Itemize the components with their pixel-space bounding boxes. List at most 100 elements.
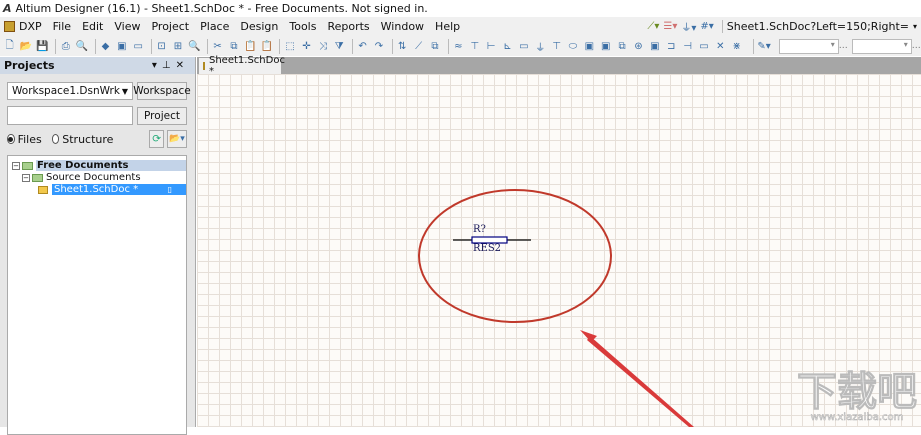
undo-icon[interactable]: ↶ <box>356 39 369 53</box>
refresh-project-icon[interactable]: ⟳ <box>149 130 164 148</box>
net-label-icon[interactable]: ⊾ <box>501 39 514 53</box>
bus-entry-icon[interactable]: ⊢ <box>484 39 497 53</box>
bus-icon[interactable]: ⊤ <box>468 39 481 53</box>
projects-panel: Projects ▾⊥✕ Workspace1.DsnWrk ▼ Workspac… <box>0 57 196 435</box>
tab-sheet1[interactable]: Sheet1.SchDoc * <box>199 55 285 77</box>
zoom-area-icon[interactable]: ⊞ <box>171 39 184 53</box>
select-rect-icon[interactable]: ⬚ <box>283 39 296 53</box>
menu-tools[interactable]: Tools <box>289 20 316 33</box>
wiring-tools-icon[interactable]: ⟋▾ <box>647 20 659 34</box>
address-field[interactable]: Sheet1.SchDoc?Left=150;Right= <box>721 20 913 33</box>
browse-icon[interactable]: ⧉ <box>428 39 441 53</box>
grid-tools-icon[interactable]: #▾ <box>700 20 713 34</box>
tree-node-sheet1[interactable]: Sheet1.SchDoc * ▯ <box>38 184 186 195</box>
structure-radio[interactable] <box>51 134 60 144</box>
designator-label[interactable]: R? <box>473 224 486 235</box>
chevron-down-icon: ▼ <box>121 86 128 96</box>
device-sheet-icon[interactable]: ⧉ <box>615 39 628 53</box>
address-dropdown-icon[interactable]: ▾ <box>913 22 917 31</box>
gnd-icon[interactable]: ⏚ <box>534 39 547 54</box>
dxp-icon <box>4 21 15 32</box>
generic-no-erc-icon[interactable]: ⋇ <box>730 39 743 53</box>
toolbar-separator <box>55 38 57 54</box>
tree-node-free-documents[interactable]: − Free Documents <box>12 160 186 171</box>
close-icon[interactable]: ✕ <box>176 60 189 71</box>
schematic-canvas[interactable]: R? RES2 下载吧 www.xiazaiba.com <box>197 74 921 427</box>
sheet-entry-icon[interactable]: ▣ <box>599 39 612 53</box>
zoom-select-icon[interactable]: 🔍 <box>188 39 201 53</box>
menu-design[interactable]: Design <box>240 20 278 33</box>
pin-icon[interactable]: ⊥ <box>162 60 176 71</box>
panel-menu-icon[interactable]: ▾ <box>152 60 162 71</box>
vcc-icon[interactable]: ⊤ <box>550 39 563 53</box>
panel-title: Projects <box>4 59 55 72</box>
harness-entry-icon[interactable]: ⊣ <box>681 39 694 53</box>
port-icon[interactable]: ▣ <box>648 39 661 53</box>
cross-select-icon[interactable]: ⤨ <box>316 39 329 53</box>
part-icon[interactable]: ⬭ <box>566 39 579 53</box>
more-icon[interactable]: … <box>912 41 921 51</box>
tree-node-source-documents[interactable]: − Source Documents <box>22 172 141 183</box>
up-down-icon[interactable]: ⇅ <box>396 39 409 53</box>
toolbar-separator <box>150 38 152 54</box>
schematic-doc-icon <box>38 185 48 194</box>
menu-reports[interactable]: Reports <box>327 20 369 33</box>
altium-logo: A <box>3 2 12 15</box>
port-off-icon[interactable]: ▭ <box>697 39 710 53</box>
hierarchy-icon[interactable]: ⟋ <box>412 39 425 53</box>
menu-dxp[interactable]: DXP <box>19 20 42 33</box>
modified-icon: ▯ <box>167 185 172 194</box>
collapse-icon[interactable]: − <box>12 161 20 170</box>
board-icon[interactable]: ▣ <box>115 39 128 53</box>
project-input[interactable] <box>7 106 133 125</box>
menu-place[interactable]: Place <box>200 20 229 33</box>
collapse-icon[interactable]: − <box>22 173 30 182</box>
save-icon[interactable]: 💾 <box>36 39 49 53</box>
toolbar-separator <box>279 38 281 54</box>
size-combo[interactable]: ▾ <box>851 38 912 54</box>
paste-icon[interactable]: 📋 <box>244 39 257 53</box>
project-button[interactable]: Project <box>137 106 187 125</box>
project-options-icon[interactable]: 📂▾ <box>166 130 187 148</box>
menu-view[interactable]: View <box>114 20 140 33</box>
no-erc-icon[interactable]: ✕ <box>714 39 727 53</box>
open-icon[interactable]: 📂 <box>19 39 32 53</box>
workspace-select[interactable]: Workspace1.DsnWrk ▼ <box>7 82 133 100</box>
copy-icon[interactable]: ⧉ <box>227 39 240 53</box>
print-preview-icon[interactable]: 🔍 <box>75 39 88 53</box>
menu-edit[interactable]: Edit <box>82 20 103 33</box>
more-icon[interactable]: … <box>839 41 848 51</box>
menu-file[interactable]: File <box>53 20 71 33</box>
cut-icon[interactable]: ✂ <box>211 39 224 53</box>
sheet-symbol-icon[interactable]: ▣ <box>583 39 596 53</box>
alignment-tools-icon[interactable]: ☰▾ <box>663 20 677 34</box>
doc-icon[interactable]: ▭ <box>132 39 145 53</box>
menu-window[interactable]: Window <box>381 20 424 33</box>
print-icon[interactable]: ⎙ <box>59 39 72 53</box>
power-tools-icon[interactable]: ⏚▾ <box>681 20 696 34</box>
font-combo[interactable]: ▾ <box>778 38 839 54</box>
title-bar: A Altium Designer (16.1) - Sheet1.SchDoc… <box>0 0 921 17</box>
layers-icon[interactable]: ◆ <box>99 39 112 53</box>
comment-label[interactable]: RES2 <box>473 243 501 254</box>
net-label-text-icon[interactable]: ▭ <box>517 39 530 53</box>
files-radio[interactable] <box>7 134 15 144</box>
redo-icon[interactable]: ↷ <box>372 39 385 53</box>
harness-connector-icon[interactable]: ⊐ <box>665 39 678 53</box>
new-icon[interactable]: 🗋 <box>3 39 16 53</box>
menu-help[interactable]: Help <box>435 20 460 33</box>
wire-icon[interactable]: ≈ <box>452 39 465 53</box>
menu-project[interactable]: Project <box>151 20 189 33</box>
watermark: 下载吧 www.xiazaiba.com <box>797 372 918 424</box>
harness-icon[interactable]: ⊛ <box>632 39 645 53</box>
schematic-doc-icon <box>203 62 205 70</box>
toolbar-separator <box>94 38 96 54</box>
workspace-button[interactable]: Workspace <box>133 82 191 100</box>
zoom-fit-icon[interactable]: ⊡ <box>155 39 168 53</box>
move-icon[interactable]: ✛ <box>300 39 313 53</box>
project-tree: − Free Documents − Source Documents Shee… <box>7 155 187 435</box>
pen-icon[interactable]: ✎▾ <box>757 39 770 53</box>
clear-filter-icon[interactable]: ⧩ <box>333 39 346 53</box>
paste-array-icon[interactable]: 📋 <box>260 39 273 53</box>
toolbar-separator <box>391 38 393 54</box>
